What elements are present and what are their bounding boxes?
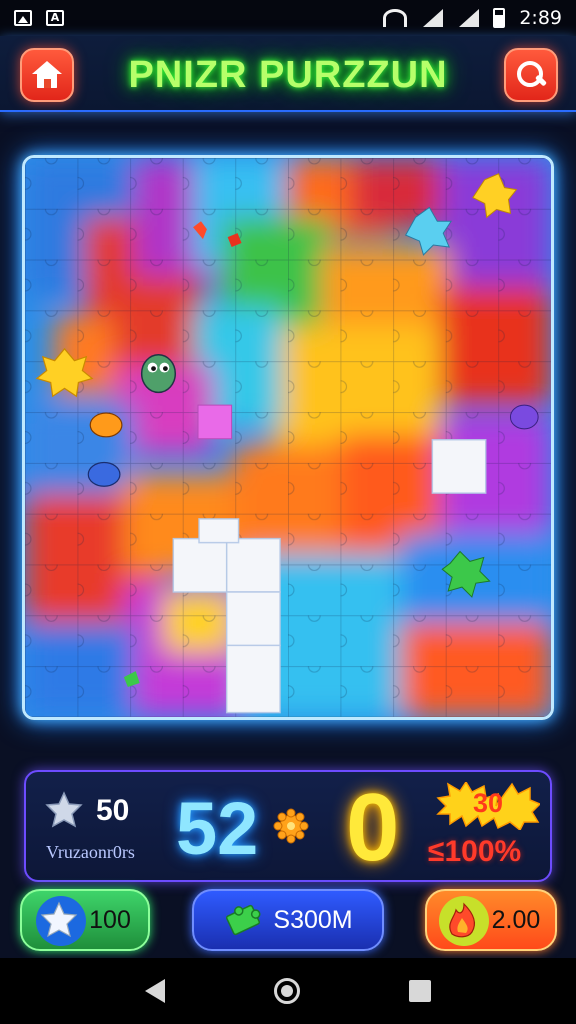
piece-pack-button[interactable]: S300M [192, 889, 384, 951]
wifi-icon [383, 9, 408, 27]
search-button[interactable] [504, 48, 558, 102]
stars-value: 50 [96, 794, 130, 827]
stars-label: Vruzaonr0rs [46, 842, 135, 862]
status-bar: A 2:89 [0, 0, 576, 36]
home-circle-icon[interactable] [273, 978, 300, 1004]
flame-boost-label: 2.00 [491, 905, 541, 934]
header: PNIZR PURZZUN [0, 36, 576, 112]
puzzle-board[interactable] [22, 155, 554, 720]
piece-icon [226, 904, 261, 936]
piece-pack-label: S300M [273, 905, 353, 934]
star-bonus-label: 100 [89, 905, 131, 934]
burst-value: 30 [472, 788, 504, 818]
a-icon: A [46, 10, 64, 26]
recent-apps-icon[interactable] [409, 980, 432, 1002]
flame-boost-button[interactable]: 2.00 [425, 889, 557, 951]
star-icon [40, 901, 78, 938]
image-icon [14, 10, 32, 26]
game-title: PNIZR PURZZUN [128, 54, 448, 96]
signal-icon [457, 9, 480, 27]
percent-value: ≤100% [428, 835, 522, 868]
star-icon [45, 791, 83, 828]
battery-icon [493, 8, 506, 28]
clock: 2:89 [519, 7, 562, 29]
back-icon[interactable] [144, 979, 165, 1003]
signal-icon [421, 9, 444, 27]
flame-icon [448, 902, 475, 938]
home-icon [32, 61, 62, 89]
gear-icon [273, 808, 309, 844]
search-icon [516, 60, 546, 90]
stats-panel: 50 Vruzaonr0rs 52 0 30 ≤100% [24, 770, 552, 882]
score-value: 0 [346, 774, 400, 881]
system-nav-bar [0, 958, 576, 1024]
puzzle-image [25, 158, 551, 717]
home-button[interactable] [20, 48, 74, 102]
star-bonus-button[interactable]: 100 [20, 889, 150, 951]
moves-counter: 52 [176, 787, 259, 870]
